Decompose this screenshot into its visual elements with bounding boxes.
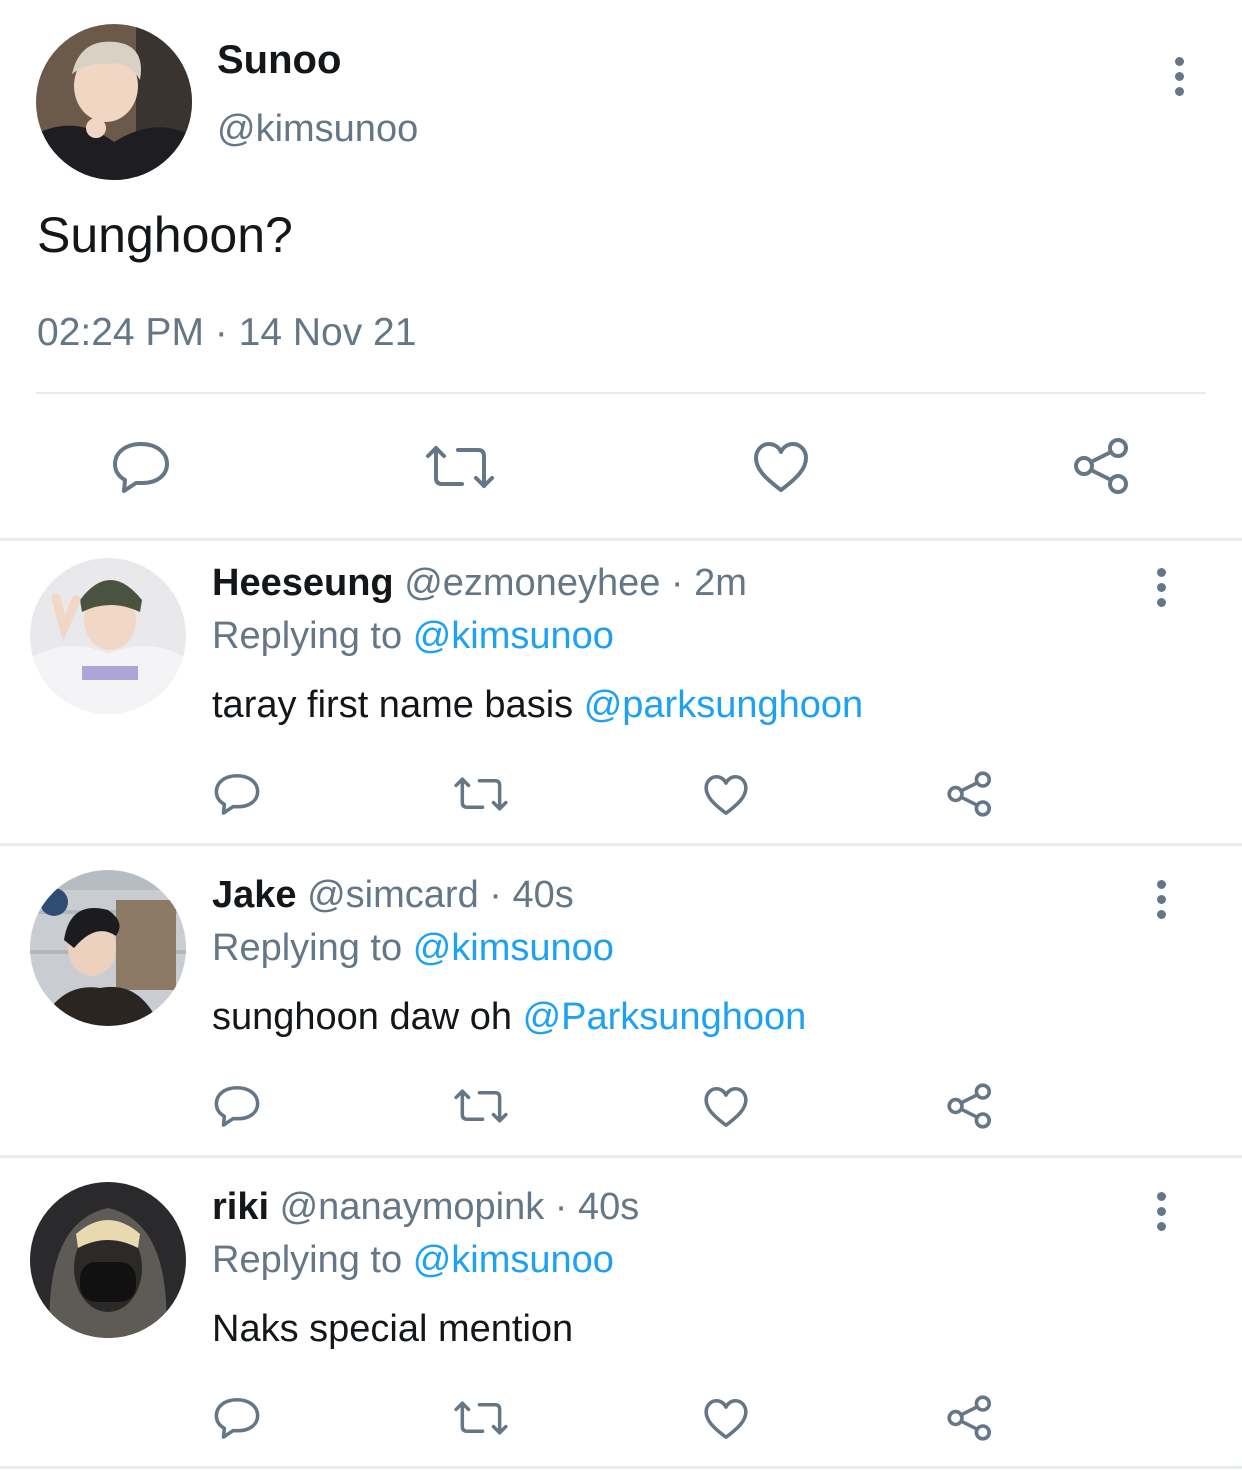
speech-bubble-icon — [214, 1397, 260, 1439]
reply-3-display-name[interactable]: riki — [212, 1186, 269, 1228]
main-handle[interactable]: @kimsunoo — [217, 108, 418, 151]
main-tweet-divider — [36, 392, 1206, 394]
avatar-sunoo[interactable] — [36, 24, 192, 180]
reply-2-body: sunghoon daw oh — [212, 996, 513, 1038]
reply-1-body: taray first name basis — [212, 684, 574, 726]
share-nodes-icon — [947, 1395, 991, 1441]
reply-3-text: Naks special mention — [212, 1308, 573, 1351]
reply-2-display-name[interactable]: Jake — [212, 874, 297, 916]
heart-icon — [754, 442, 808, 492]
main-reply-button[interactable] — [112, 440, 170, 494]
replying-to-handle[interactable]: @kimsunoo — [413, 615, 614, 657]
reply-3-header: riki @nanaymopink · 40s — [212, 1186, 639, 1229]
reply-1-handle[interactable]: @ezmoneyhee — [404, 562, 660, 604]
reply-3-body: Naks special mention — [212, 1308, 574, 1350]
heart-icon — [704, 774, 748, 816]
reply-3-more-options-icon[interactable] — [1151, 1192, 1171, 1231]
section-divider — [0, 538, 1242, 541]
replying-to-label: Replying to — [212, 1239, 403, 1281]
share-nodes-icon — [947, 1083, 991, 1129]
speech-bubble-icon — [113, 442, 169, 493]
reply-divider — [0, 843, 1242, 846]
replying-to-handle[interactable]: @kimsunoo — [413, 1239, 614, 1281]
reply-3-handle[interactable]: @nanaymopink — [280, 1186, 545, 1228]
reply-2-age: · 40s — [489, 874, 574, 916]
avatar-heeseung[interactable] — [30, 558, 186, 714]
reply-2-like-button[interactable] — [703, 1085, 749, 1129]
reply-1-like-button[interactable] — [703, 773, 749, 817]
reply-3-share-button[interactable] — [946, 1394, 994, 1442]
reply-2-more-options-icon[interactable] — [1151, 880, 1171, 919]
reply-2-handle[interactable]: @simcard — [307, 874, 479, 916]
reply-1-more-options-icon[interactable] — [1151, 568, 1171, 607]
avatar-jake[interactable] — [30, 870, 186, 1026]
main-retweet-button[interactable] — [424, 444, 496, 490]
reply-1-age: · 2m — [670, 562, 747, 604]
share-nodes-icon — [947, 771, 991, 817]
reply-1-mention[interactable]: @parksunghoon — [584, 684, 863, 726]
replying-to-label: Replying to — [212, 615, 403, 657]
main-tweet-timestamp: 02:24 PM · 14 Nov 21 — [37, 311, 416, 355]
reply-1-reply-button[interactable] — [214, 772, 260, 816]
share-nodes-icon — [1074, 438, 1128, 494]
main-share-button[interactable] — [1072, 436, 1132, 496]
reply-1-text: taray first name basis @parksunghoon — [212, 684, 863, 727]
main-display-name[interactable]: Sunoo — [217, 38, 341, 83]
heart-icon — [704, 1086, 748, 1128]
more-options-icon[interactable] — [1169, 57, 1189, 96]
retweet-arrows-icon — [426, 446, 494, 488]
replying-to-label: Replying to — [212, 927, 403, 969]
reply-1-retweet-button[interactable] — [453, 776, 509, 812]
reply-2-header: Jake @simcard · 40s — [212, 874, 574, 917]
speech-bubble-icon — [214, 1085, 260, 1127]
timestamp-separator: · — [214, 311, 228, 354]
reply-1-replying-to: Replying to @kimsunoo — [212, 615, 614, 658]
reply-divider — [0, 1466, 1242, 1469]
speech-bubble-icon — [214, 773, 260, 815]
reply-3-retweet-button[interactable] — [453, 1400, 509, 1436]
main-like-button[interactable] — [752, 440, 810, 494]
reply-divider — [0, 1155, 1242, 1158]
reply-2-replying-to: Replying to @kimsunoo — [212, 927, 614, 970]
reply-3-reply-button[interactable] — [214, 1396, 260, 1440]
main-tweet-date: 14 Nov 21 — [238, 311, 417, 354]
reply-2-retweet-button[interactable] — [453, 1088, 509, 1124]
reply-2-reply-button[interactable] — [214, 1084, 260, 1128]
reply-1-display-name[interactable]: Heeseung — [212, 562, 394, 604]
retweet-arrows-icon — [454, 777, 508, 811]
reply-1-share-button[interactable] — [946, 770, 994, 818]
main-tweet-time: 02:24 PM — [37, 311, 204, 354]
retweet-arrows-icon — [454, 1089, 508, 1123]
reply-2-share-button[interactable] — [946, 1082, 994, 1130]
reply-3-like-button[interactable] — [703, 1397, 749, 1441]
retweet-arrows-icon — [454, 1401, 508, 1435]
replying-to-handle[interactable]: @kimsunoo — [413, 927, 614, 969]
reply-3-age: · 40s — [554, 1186, 640, 1228]
reply-2-mention[interactable]: @Parksunghoon — [523, 996, 807, 1038]
heart-icon — [704, 1398, 748, 1440]
reply-3-replying-to: Replying to @kimsunoo — [212, 1239, 614, 1282]
main-tweet-text: Sunghoon? — [37, 207, 293, 263]
reply-2-text: sunghoon daw oh @Parksunghoon — [212, 996, 806, 1039]
avatar-riki[interactable] — [30, 1182, 186, 1338]
reply-1-header: Heeseung @ezmoneyhee · 2m — [212, 562, 747, 605]
